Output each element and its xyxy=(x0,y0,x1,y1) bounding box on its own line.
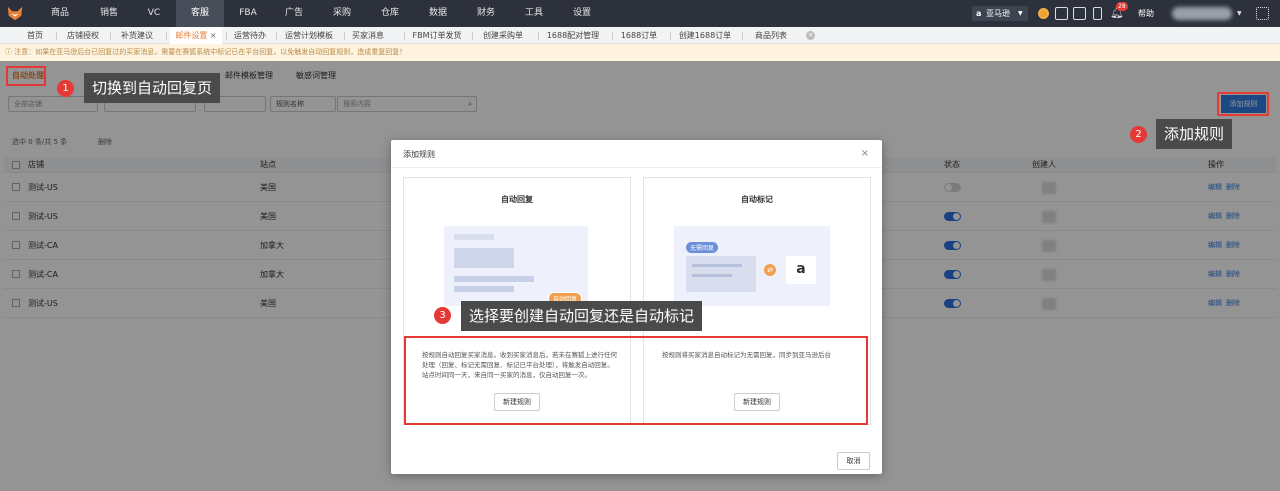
dialog-title: 添加规则 xyxy=(403,150,435,159)
highlight-rule-options xyxy=(404,336,868,425)
document-icon[interactable] xyxy=(1073,7,1086,20)
tab-label: 邮件设置 xyxy=(175,31,208,40)
amazon-logo-icon: a xyxy=(786,256,816,284)
notice-bar: ⓘ 注意：如果在亚马逊后台已回复过的买家消息，需要在赛狐系统中标记已在平台回复，… xyxy=(0,44,1280,61)
top-nav: 商品 销售 VC 客服 FBA 广告 采购 仓库 数据 财务 工具 设置 a 亚… xyxy=(0,0,1280,27)
marketplace-select[interactable]: a 亚马逊 ▼ xyxy=(972,6,1028,21)
tab-buyer-messages[interactable]: 买家消息 xyxy=(346,27,390,44)
cancel-button[interactable]: 取消 xyxy=(837,452,870,470)
step3-callout: 选择要创建自动回复还是自动标记 xyxy=(461,301,703,331)
nav-item-fba[interactable]: FBA xyxy=(228,0,268,27)
help-link[interactable]: 帮助 xyxy=(1138,0,1154,27)
highlight-add-rule-button xyxy=(1217,92,1269,116)
nav-item-purchase[interactable]: 采购 xyxy=(322,0,362,27)
tab-1688-orders[interactable]: 1688订单 xyxy=(616,27,662,44)
chevron-down-icon: ▼ xyxy=(1018,10,1023,17)
download-icon[interactable] xyxy=(1055,7,1068,20)
warning-icon: ⓘ xyxy=(5,48,15,56)
nav-item-settings[interactable]: 设置 xyxy=(562,0,602,27)
auto-mark-illustration: 无需回复 ⇄ a xyxy=(674,226,830,306)
nav-item-data[interactable]: 数据 xyxy=(418,0,458,27)
app-logo-icon xyxy=(7,6,23,21)
tab-bar: 首页 店铺授权 补货建议 邮件设置 × 运营待办 运营计划模板 买家消息 FBM… xyxy=(0,27,1280,44)
notice-text: 注意：如果在亚马逊后台已回复过的买家消息，需要在赛狐系统中标记已在平台回复，以免… xyxy=(14,48,407,56)
sync-icon: ⇄ xyxy=(764,264,776,276)
step2-callout: 添加规则 xyxy=(1156,119,1233,149)
tab-fbm-ship[interactable]: FBM订单发货 xyxy=(408,27,466,44)
tab-create-po[interactable]: 创建采购单 xyxy=(476,27,530,44)
close-all-icon[interactable]: × xyxy=(806,31,815,40)
tab-create-1688-order[interactable]: 创建1688订单 xyxy=(674,27,736,44)
step1-number: 1 xyxy=(57,80,74,97)
marketplace-label: 亚马逊 xyxy=(986,9,1010,18)
chevron-down-icon[interactable]: ▼ xyxy=(1237,0,1242,27)
step1-callout: 切换到自动回复页 xyxy=(84,73,221,103)
step3-number: 3 xyxy=(434,307,451,324)
no-reply-badge: 无需回复 xyxy=(686,242,719,253)
step2-number: 2 xyxy=(1130,126,1147,143)
nav-item-ads[interactable]: 广告 xyxy=(274,0,314,27)
auto-reply-title: 自动回复 xyxy=(501,195,533,204)
amazon-icon: a xyxy=(976,9,982,18)
notification-badge: 28 xyxy=(1116,2,1128,11)
tab-store-auth[interactable]: 店铺授权 xyxy=(60,27,106,44)
tab-home[interactable]: 首页 xyxy=(18,27,52,44)
tab-replenish[interactable]: 补货建议 xyxy=(114,27,160,44)
user-avatar[interactable] xyxy=(1172,7,1232,20)
highlight-auto-process-tab xyxy=(6,66,46,86)
close-icon[interactable]: × xyxy=(210,31,217,40)
nav-item-warehouse[interactable]: 仓库 xyxy=(370,0,410,27)
tab-ops-todo[interactable]: 运营待办 xyxy=(230,27,270,44)
auto-mark-title: 自动标记 xyxy=(741,195,773,204)
nav-item-finance[interactable]: 财务 xyxy=(466,0,506,27)
tab-1688-match[interactable]: 1688配对管理 xyxy=(542,27,604,44)
mobile-icon[interactable] xyxy=(1093,7,1102,20)
close-icon[interactable]: × xyxy=(861,148,869,159)
nav-item-tools[interactable]: 工具 xyxy=(514,0,554,27)
nav-item-sales[interactable]: 销售 xyxy=(88,0,130,27)
auto-reply-illustration: 自动回复 xyxy=(444,226,588,306)
nav-item-customer-service[interactable]: 客服 xyxy=(176,0,224,27)
nav-item-products[interactable]: 商品 xyxy=(40,0,80,27)
tab-ops-plan[interactable]: 运营计划模板 xyxy=(280,27,338,44)
tab-mail-settings[interactable]: 邮件设置 × xyxy=(170,27,222,44)
coin-icon[interactable] xyxy=(1038,8,1049,19)
expand-icon[interactable] xyxy=(1256,7,1269,20)
nav-item-vc[interactable]: VC xyxy=(136,0,172,27)
tab-product-list[interactable]: 商品列表 xyxy=(746,27,796,44)
